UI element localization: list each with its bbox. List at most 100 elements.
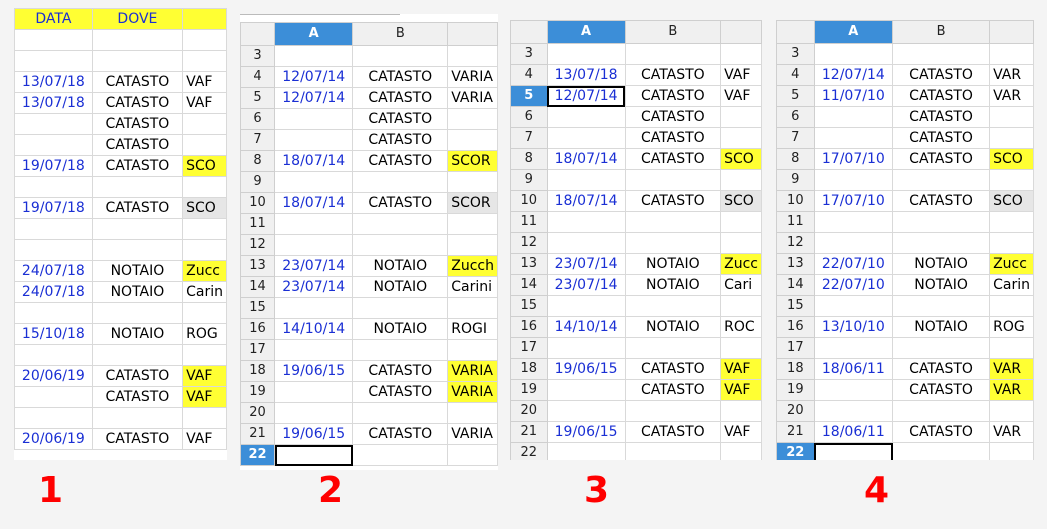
row-number[interactable]: 16 bbox=[510, 316, 548, 338]
note-cell[interactable] bbox=[720, 337, 762, 359]
note-cell[interactable]: Zucc bbox=[989, 253, 1034, 275]
date-cell[interactable] bbox=[813, 337, 894, 359]
note-cell[interactable]: Zucc bbox=[182, 260, 227, 282]
place-cell[interactable] bbox=[892, 43, 991, 65]
place-cell[interactable] bbox=[624, 211, 722, 233]
place-cell[interactable]: CATASTO bbox=[624, 64, 722, 86]
row-number[interactable]: 13 bbox=[776, 253, 815, 275]
date-cell[interactable] bbox=[813, 127, 894, 149]
place-cell[interactable]: CATASTO bbox=[624, 190, 722, 212]
note-cell[interactable] bbox=[720, 442, 762, 460]
row-number[interactable]: 17 bbox=[776, 337, 815, 359]
note-cell[interactable]: VARIA bbox=[447, 66, 498, 88]
place-cell[interactable]: CATASTO bbox=[892, 379, 991, 401]
date-cell[interactable] bbox=[274, 234, 354, 256]
note-cell[interactable] bbox=[989, 400, 1034, 422]
row-number[interactable]: 4 bbox=[510, 64, 548, 86]
date-cell[interactable]: 22/07/10 bbox=[813, 274, 894, 296]
place-cell[interactable]: CATASTO bbox=[892, 106, 991, 128]
date-cell[interactable] bbox=[274, 129, 354, 151]
note-cell[interactable]: Cari bbox=[720, 274, 762, 296]
date-cell[interactable] bbox=[14, 113, 93, 135]
note-cell[interactable] bbox=[989, 43, 1034, 65]
date-cell[interactable] bbox=[546, 442, 626, 460]
note-cell[interactable]: VAR bbox=[989, 358, 1034, 380]
date-cell[interactable] bbox=[14, 50, 93, 72]
note-cell[interactable] bbox=[447, 213, 498, 235]
date-cell[interactable]: 20/06/19 bbox=[14, 428, 93, 450]
place-cell[interactable] bbox=[624, 232, 722, 254]
date-cell[interactable] bbox=[813, 43, 894, 65]
place-cell[interactable] bbox=[624, 400, 722, 422]
row-number[interactable]: 20 bbox=[776, 400, 815, 422]
note-cell[interactable]: VARIA bbox=[447, 423, 498, 445]
date-cell[interactable] bbox=[274, 402, 354, 424]
place-cell[interactable]: CATASTO bbox=[352, 108, 449, 130]
corner-cell[interactable] bbox=[776, 20, 815, 44]
note-cell[interactable] bbox=[182, 407, 227, 429]
place-cell[interactable] bbox=[91, 407, 184, 429]
place-cell[interactable]: CATASTO bbox=[352, 150, 449, 172]
place-cell[interactable] bbox=[892, 337, 991, 359]
note-cell[interactable]: VAF bbox=[720, 421, 762, 443]
place-cell[interactable]: CATASTO bbox=[91, 113, 184, 135]
note-cell[interactable]: VAR bbox=[989, 421, 1034, 443]
row-number[interactable]: 5 bbox=[240, 87, 276, 109]
row-number[interactable]: 9 bbox=[776, 169, 815, 191]
place-cell[interactable]: CATASTO bbox=[624, 421, 722, 443]
row-number[interactable]: 21 bbox=[240, 423, 276, 445]
date-cell[interactable]: 11/07/10 bbox=[813, 85, 894, 107]
row-number[interactable]: 3 bbox=[510, 43, 548, 65]
date-cell[interactable] bbox=[813, 295, 894, 317]
date-cell[interactable] bbox=[546, 400, 626, 422]
column-header[interactable]: B bbox=[352, 22, 449, 46]
row-number[interactable]: 14 bbox=[510, 274, 548, 296]
note-cell[interactable] bbox=[447, 444, 498, 466]
row-number[interactable]: 18 bbox=[510, 358, 548, 380]
note-cell[interactable]: VAF bbox=[182, 386, 227, 408]
column-header[interactable]: B bbox=[624, 20, 722, 44]
date-cell[interactable] bbox=[274, 381, 354, 403]
note-cell[interactable] bbox=[989, 295, 1034, 317]
place-cell[interactable] bbox=[91, 302, 184, 324]
place-cell[interactable] bbox=[352, 171, 449, 193]
row-number[interactable]: 9 bbox=[510, 169, 548, 191]
date-cell[interactable] bbox=[813, 232, 894, 254]
date-cell[interactable]: 12/07/14 bbox=[546, 85, 626, 107]
place-cell[interactable]: CATASTO bbox=[892, 190, 991, 212]
date-cell[interactable]: 12/07/14 bbox=[274, 87, 354, 109]
date-cell[interactable] bbox=[14, 218, 93, 240]
row-number[interactable]: 7 bbox=[510, 127, 548, 149]
corner-cell[interactable] bbox=[510, 20, 548, 44]
place-cell[interactable] bbox=[91, 344, 184, 366]
date-cell[interactable] bbox=[546, 295, 626, 317]
date-cell[interactable] bbox=[546, 43, 626, 65]
note-cell[interactable]: ROG bbox=[182, 323, 227, 345]
note-cell[interactable]: VAR bbox=[989, 85, 1034, 107]
date-cell[interactable]: 19/06/15 bbox=[274, 360, 354, 382]
row-number[interactable]: 12 bbox=[240, 234, 276, 256]
place-cell[interactable]: CATASTO bbox=[91, 92, 184, 114]
column-header[interactable]: A bbox=[546, 20, 626, 44]
row-number[interactable]: 16 bbox=[776, 316, 815, 338]
place-cell[interactable] bbox=[624, 442, 722, 460]
row-number[interactable]: 21 bbox=[510, 421, 548, 443]
row-number[interactable]: 13 bbox=[510, 253, 548, 275]
date-cell[interactable]: 17/07/10 bbox=[813, 190, 894, 212]
row-number[interactable]: 14 bbox=[776, 274, 815, 296]
row-number[interactable]: 16 bbox=[240, 318, 276, 340]
date-cell[interactable]: 20/06/19 bbox=[14, 365, 93, 387]
note-cell[interactable]: SCO bbox=[989, 148, 1034, 170]
date-cell[interactable] bbox=[274, 297, 354, 319]
row-number[interactable]: 22 bbox=[776, 442, 815, 460]
note-cell[interactable] bbox=[447, 402, 498, 424]
date-cell[interactable] bbox=[274, 444, 354, 466]
place-cell[interactable] bbox=[352, 402, 449, 424]
row-number[interactable]: 17 bbox=[240, 339, 276, 361]
date-cell[interactable] bbox=[813, 169, 894, 191]
column-header[interactable] bbox=[447, 22, 498, 46]
note-cell[interactable]: SCO bbox=[182, 197, 227, 219]
note-cell[interactable] bbox=[989, 106, 1034, 128]
row-number[interactable]: 13 bbox=[240, 255, 276, 277]
place-cell[interactable]: CATASTO bbox=[892, 64, 991, 86]
